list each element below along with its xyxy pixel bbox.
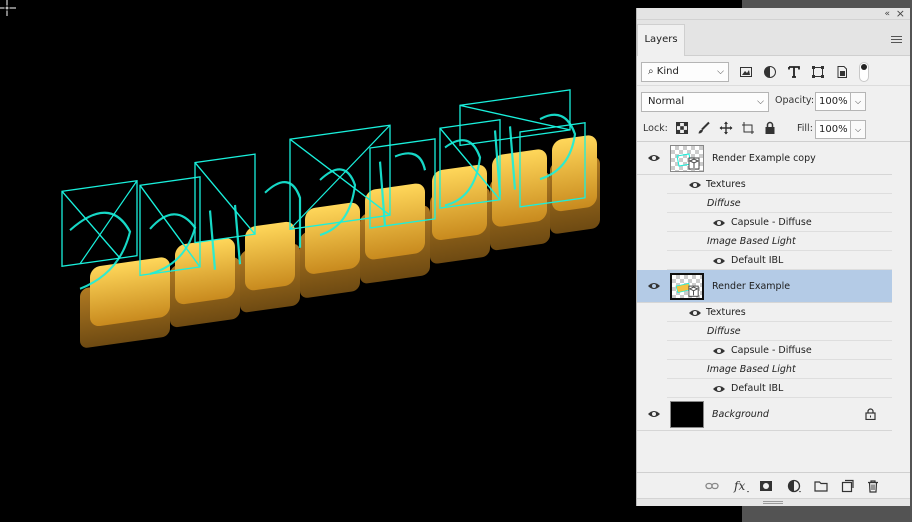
diffuse-label: Diffuse <box>707 198 741 209</box>
layer-row-background[interactable]: Background <box>637 398 892 431</box>
lock-all-icon[interactable] <box>763 121 777 135</box>
layer-name[interactable]: Background <box>712 409 769 420</box>
textures-label: Textures <box>706 179 746 190</box>
layer-row-render-example[interactable]: Render Example ^ <box>637 270 904 303</box>
layer-thumbnail <box>670 145 704 172</box>
blend-mode-value: Normal <box>648 96 685 107</box>
chevron-down-icon: ⌵ <box>717 67 724 77</box>
smart-object-filter-icon[interactable] <box>835 65 849 79</box>
lock-position-icon[interactable] <box>719 121 733 135</box>
opacity-label: Opacity: <box>775 95 815 106</box>
adjustment-layer-icon[interactable] <box>787 479 801 493</box>
fill-dropdown-button[interactable]: ⌵ <box>850 120 866 139</box>
visibility-eye-icon[interactable] <box>712 346 726 356</box>
fx-layer-style-icon[interactable]: fx <box>733 479 751 493</box>
ibl-texture-name: Default IBL <box>731 255 784 266</box>
textures-label: Textures <box>706 307 746 318</box>
lock-fill-row: Lock: Fill: 100% ⌵ <box>637 114 910 142</box>
opacity-dropdown-button[interactable]: ⌵ <box>850 92 866 111</box>
panel-menu-icon[interactable] <box>891 36 902 44</box>
filter-kind-select[interactable]: ⌕ Kind ⌵ <box>641 62 729 82</box>
layers-panel: « × Layers ⌕ Kind ⌵ Normal ⌵ Opacity: 10… <box>636 8 910 506</box>
visibility-eye-icon[interactable] <box>712 256 726 266</box>
layer-name[interactable]: Render Example <box>712 281 790 292</box>
close-icon[interactable]: × <box>896 8 905 19</box>
resize-grip-icon[interactable] <box>763 501 783 504</box>
diffuse-label: Diffuse <box>707 326 741 337</box>
shape-filter-icon[interactable] <box>811 65 825 79</box>
ibl-texture-row[interactable]: Default IBL <box>667 251 892 270</box>
diffuse-texture-name: Capsule - Diffuse <box>731 217 812 228</box>
fill-label: Fill: <box>797 123 813 134</box>
layers-list: Render Example copy ^ Textures Diffuse C… <box>637 142 910 436</box>
filter-kind-label: Kind <box>656 66 679 77</box>
lock-image-pixels-icon[interactable] <box>697 121 711 135</box>
visibility-eye-icon[interactable] <box>712 218 726 228</box>
lock-transparent-pixels-icon[interactable] <box>675 121 689 135</box>
lock-label: Lock: <box>643 123 668 134</box>
ibl-texture-row[interactable]: Default IBL <box>667 379 892 398</box>
ibl-group-row: Image Based Light <box>667 360 892 379</box>
textures-group-row[interactable]: Textures <box>667 175 892 194</box>
diffuse-texture-row[interactable]: Capsule - Diffuse <box>667 341 892 360</box>
textures-group-row[interactable]: Textures <box>667 303 892 322</box>
visibility-eye-icon[interactable] <box>688 308 702 318</box>
add-mask-icon[interactable] <box>759 479 773 493</box>
panel-titlebar[interactable]: « × <box>637 8 910 20</box>
blend-opacity-row: Normal ⌵ Opacity: 100% ⌵ <box>637 86 910 114</box>
new-group-folder-icon[interactable] <box>814 479 828 493</box>
ibl-texture-name: Default IBL <box>731 383 784 394</box>
ibl-label: Image Based Light <box>707 236 796 247</box>
diffuse-texture-name: Capsule - Diffuse <box>731 345 812 356</box>
layer-filter-row: ⌕ Kind ⌵ <box>637 56 910 86</box>
search-icon: ⌕ <box>648 66 654 77</box>
new-layer-icon[interactable] <box>840 479 854 493</box>
diffuse-group-row: Diffuse <box>667 194 892 213</box>
image-filter-icon[interactable] <box>739 65 753 79</box>
visibility-eye-icon[interactable] <box>688 180 702 190</box>
link-layers-icon[interactable] <box>705 479 719 493</box>
panel-tabbar: Layers <box>637 20 910 56</box>
visibility-eye-icon[interactable] <box>647 409 661 419</box>
filter-toggle-switch[interactable] <box>859 62 869 82</box>
chevron-down-icon: ⌵ <box>757 97 764 107</box>
type-filter-icon[interactable] <box>787 65 801 79</box>
3d-render-artwork <box>61 89 600 348</box>
visibility-eye-icon[interactable] <box>712 384 726 394</box>
svg-text:fx: fx <box>733 479 745 493</box>
panel-resize-strip[interactable] <box>637 498 910 506</box>
visibility-eye-icon[interactable] <box>647 281 661 291</box>
diffuse-texture-row[interactable]: Capsule - Diffuse <box>667 213 892 232</box>
ibl-label: Image Based Light <box>707 364 796 375</box>
layer-name[interactable]: Render Example copy <box>712 153 816 164</box>
adjustment-filter-icon[interactable] <box>763 65 777 79</box>
fill-input[interactable]: 100% <box>815 120 851 139</box>
layers-scrollbar[interactable] <box>892 142 910 436</box>
layer-thumbnail <box>670 273 704 300</box>
delete-layer-trash-icon[interactable] <box>866 479 880 493</box>
visibility-eye-icon[interactable] <box>647 153 661 163</box>
diffuse-group-row: Diffuse <box>667 322 892 341</box>
blend-mode-select[interactable]: Normal ⌵ <box>641 92 769 112</box>
ibl-group-row: Image Based Light <box>667 232 892 251</box>
collapse-panel-icon[interactable]: « <box>884 9 890 19</box>
lock-icon[interactable] <box>865 408 876 420</box>
lock-artboard-icon[interactable] <box>741 121 755 135</box>
document-canvas[interactable] <box>0 0 742 522</box>
layers-bottom-toolbar: fx <box>637 472 910 498</box>
tab-layers[interactable]: Layers <box>637 24 685 56</box>
layer-thumbnail <box>670 401 704 428</box>
layer-row-render-example-copy[interactable]: Render Example copy ^ <box>637 142 904 175</box>
opacity-input[interactable]: 100% <box>815 92 851 111</box>
